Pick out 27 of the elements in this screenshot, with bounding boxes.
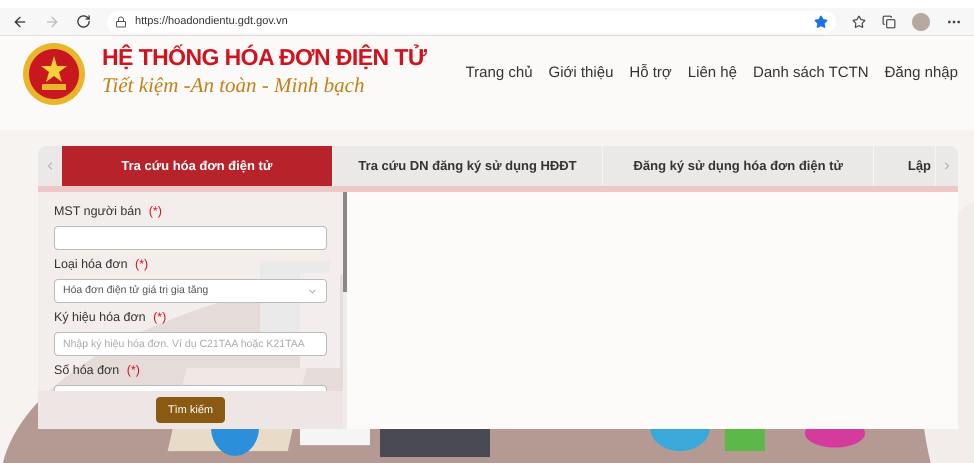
tab[interactable]: Tra cứu hóa đơn điện tử <box>62 146 333 186</box>
search-button[interactable]: Tìm kiếm <box>156 396 226 424</box>
back-icon[interactable] <box>12 14 28 30</box>
field-label: Số hóa đơn (*) <box>54 362 141 379</box>
invoice-type-select[interactable]: Hóa đơn điện tử giá trị gia tăng <box>54 279 327 303</box>
nav-link[interactable]: Trang chủ <box>466 62 533 84</box>
input-field[interactable]: Nhập ký hiệu hóa đơn. Ví dụ C21TAA hoặc K21TAA <box>54 332 327 356</box>
field-label: Ký hiệu hóa đơn (*) <box>54 309 168 326</box>
nav-link[interactable]: Hỗ trợ <box>629 62 672 84</box>
nav-link[interactable]: Giới thiệu <box>548 62 614 84</box>
reload-icon[interactable] <box>76 14 91 29</box>
address-bar[interactable]: https://hoadondientu.gdt.gov.vn <box>107 10 836 32</box>
field-label: MST người bán (*) <box>54 203 163 220</box>
emblem-logo <box>22 42 86 106</box>
lock-icon <box>115 16 127 28</box>
url-text: https://hoadondientu.gdt.gov.vn <box>135 14 289 30</box>
nav-link[interactable]: Liên hệ <box>688 62 737 84</box>
collections-icon[interactable] <box>882 14 896 28</box>
site-slogan: Tiết kiệm -An toàn - Minh bạch <box>102 72 366 98</box>
field-label: Loại hóa đơn (*) <box>54 256 150 273</box>
favorites-icon[interactable] <box>852 14 866 28</box>
nav-link[interactable]: Danh sách TCTN <box>752 62 869 84</box>
nav-link[interactable]: Đăng nhập <box>884 62 958 84</box>
input-field[interactable] <box>54 226 327 250</box>
site-title: HỆ THỐNG HÓA ĐƠN ĐIỆN TỬ <box>102 43 426 72</box>
scrollbar[interactable] <box>343 192 347 429</box>
star-icon[interactable] <box>814 14 828 28</box>
